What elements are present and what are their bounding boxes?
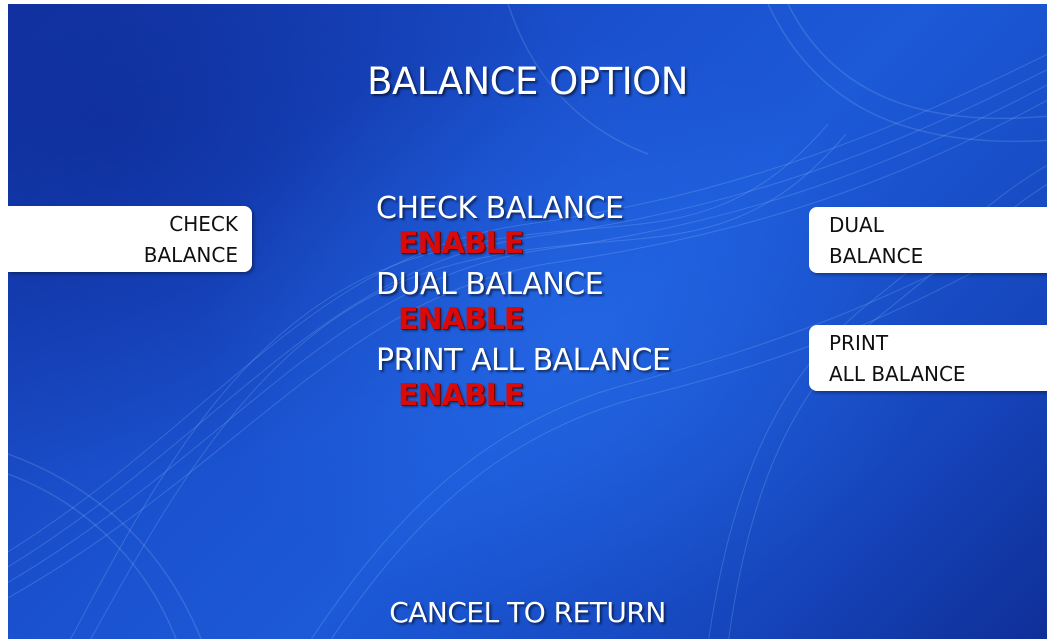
cancel-to-return-text: CANCEL TO RETURN	[389, 596, 666, 629]
status-row-print-all-balance: PRINT ALL BALANCE ENABLE	[376, 343, 671, 420]
status-row-dual-balance: DUAL BALANCE ENABLE	[376, 268, 670, 344]
print-all-balance-button[interactable]: PRINT ALL BALANCE	[809, 325, 1047, 391]
status-label: DUAL BALANCE	[376, 267, 604, 302]
status-value: ENABLE	[398, 378, 524, 413]
button-label-line: DUAL	[829, 213, 884, 237]
balance-status-list: CHECK BALANCE ENABLE DUAL BALANCE ENABLE…	[376, 192, 671, 420]
status-label: CHECK BALANCE	[376, 191, 624, 226]
button-label-line: ALL BALANCE	[829, 362, 966, 386]
screen-title: BALANCE OPTION	[367, 60, 688, 103]
dual-balance-button[interactable]: DUAL BALANCE	[809, 207, 1047, 273]
status-row-check-balance: CHECK BALANCE ENABLE	[376, 192, 670, 268]
status-value: ENABLE	[398, 226, 524, 261]
button-label-line: BALANCE	[143, 243, 238, 267]
button-label-line: BALANCE	[829, 244, 924, 268]
button-label-line: CHECK	[169, 212, 238, 236]
status-value: ENABLE	[398, 302, 524, 337]
button-label-line: PRINT	[829, 331, 889, 355]
atm-screen: BALANCE OPTION CHECK BALANCE ENABLE DUAL…	[8, 4, 1047, 639]
status-label: PRINT ALL BALANCE	[376, 343, 671, 378]
check-balance-button[interactable]: CHECK BALANCE	[8, 206, 252, 272]
